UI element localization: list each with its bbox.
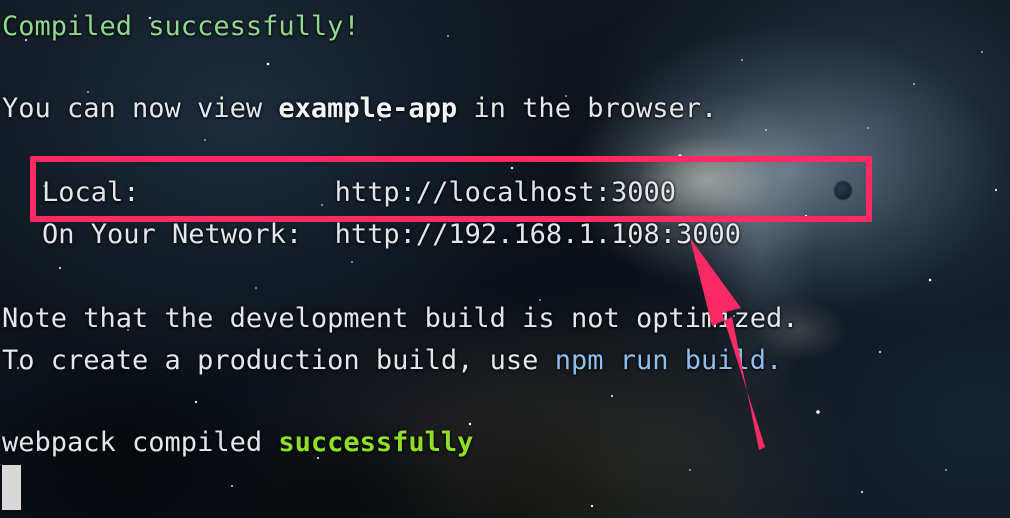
local-url-highlight-box	[30, 156, 872, 222]
production-build-prefix: To create a production build, use	[2, 345, 555, 376]
network-spacer	[302, 219, 335, 250]
view-app-line: You can now view example-app in the brow…	[2, 88, 717, 130]
webpack-compiled-prefix: webpack compiled	[2, 427, 279, 458]
webpack-status: successfully	[278, 427, 474, 458]
app-name: example-app	[278, 93, 458, 124]
compiled-successfully-line: Compiled successfully!	[2, 11, 360, 42]
webpack-compiled-line: webpack compiled successfully	[2, 422, 473, 464]
terminal-output: Compiled successfully! You can now view …	[0, 0, 1010, 518]
block-cursor-icon	[2, 465, 21, 510]
terminal-screenshot: Compiled successfully! You can now view …	[0, 0, 1010, 518]
arrow-shape	[690, 238, 765, 450]
network-label: On Your Network:	[42, 219, 303, 250]
pink-arrow-annotation	[690, 238, 765, 450]
view-app-prefix: You can now view	[2, 93, 279, 124]
view-app-suffix: in the browser.	[457, 93, 718, 124]
